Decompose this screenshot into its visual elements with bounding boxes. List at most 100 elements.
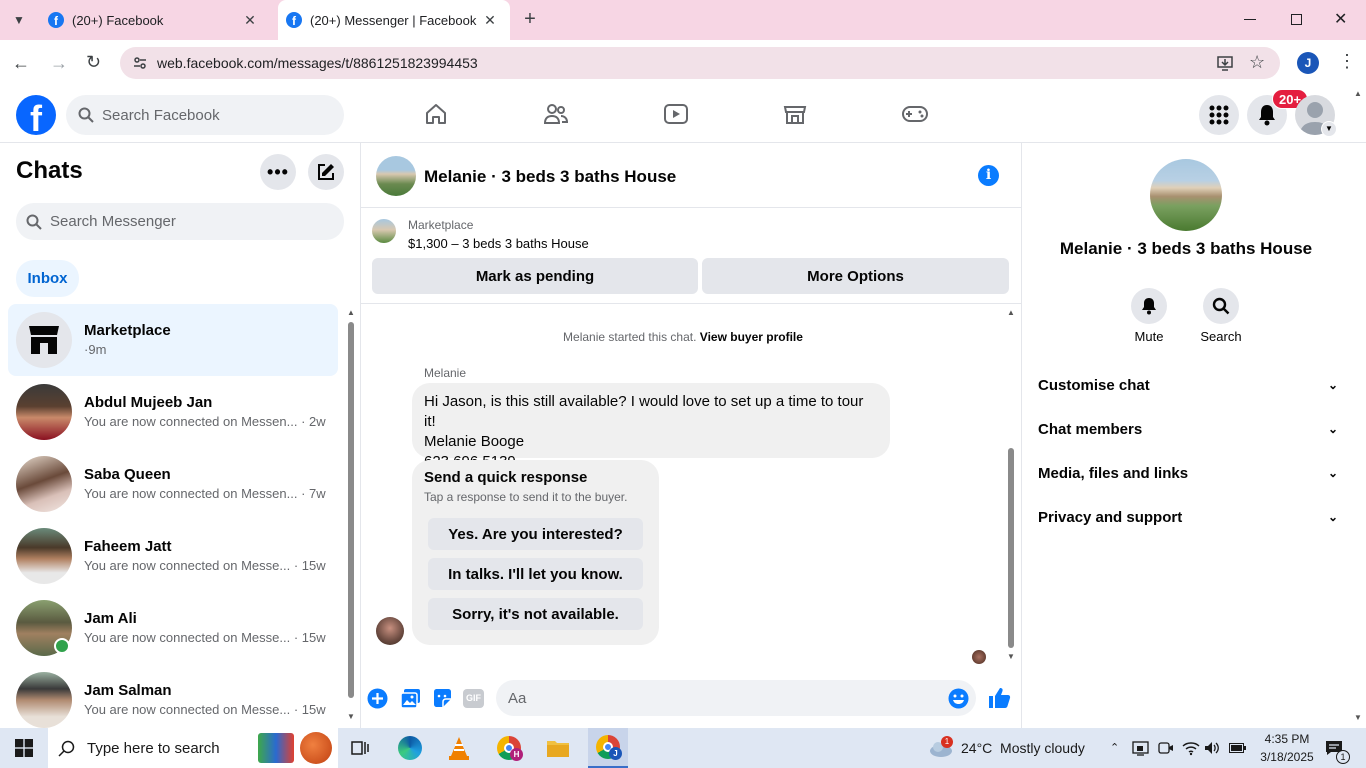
- bookmark-star-icon[interactable]: ☆: [1249, 52, 1265, 73]
- basketball-icon[interactable]: [300, 732, 332, 764]
- search-messenger-input[interactable]: Search Messenger: [16, 203, 344, 240]
- quick-response-button[interactable]: In talks. I'll let you know.: [428, 558, 643, 590]
- sidebar-scrollbar[interactable]: ▲ ▼: [346, 308, 356, 726]
- task-view-icon[interactable]: [351, 739, 369, 757]
- facebook-logo[interactable]: f: [16, 95, 56, 135]
- scroll-down-arrow-icon[interactable]: ▼: [347, 712, 355, 721]
- home-icon[interactable]: [424, 102, 448, 126]
- sticker-icon[interactable]: [432, 688, 453, 709]
- customise-chat-section[interactable]: Customise chat ⌄: [1038, 370, 1338, 400]
- webcam-icon[interactable]: [1158, 740, 1174, 756]
- menu-grid-button[interactable]: [1199, 95, 1239, 135]
- profile-avatar-button[interactable]: J: [1297, 52, 1319, 74]
- new-message-button[interactable]: [308, 154, 344, 190]
- chat-item-faheem-jatt[interactable]: Faheem Jatt You are now connected on Mes…: [8, 520, 338, 592]
- friends-icon[interactable]: [543, 102, 569, 126]
- more-options-button[interactable]: More Options: [702, 258, 1009, 294]
- taskbar-search-box[interactable]: Type here to search: [48, 728, 338, 768]
- gif-button[interactable]: GIF: [463, 689, 484, 708]
- minimize-window-icon[interactable]: [1244, 19, 1256, 20]
- media-files-links-section[interactable]: Media, files and links ⌄: [1038, 458, 1338, 488]
- conversation-info-button[interactable]: i: [978, 165, 999, 186]
- more-actions-plus-icon[interactable]: [367, 688, 388, 709]
- quick-response-button[interactable]: Sorry, it's not available.: [428, 598, 643, 630]
- listing-thumbnail[interactable]: [372, 219, 396, 243]
- close-tab-icon[interactable]: ✕: [482, 12, 498, 28]
- conversation-scrollbar[interactable]: ▲ ▼: [1006, 308, 1016, 664]
- video-icon[interactable]: [663, 102, 689, 126]
- browser-tab-messenger[interactable]: f (20+) Messenger | Facebook ✕: [278, 0, 510, 40]
- quick-response-button[interactable]: Yes. Are you interested?: [428, 518, 643, 550]
- attach-photo-icon[interactable]: [400, 688, 421, 709]
- listing-title[interactable]: $1,300 – 3 beds 3 baths House: [408, 236, 589, 251]
- chat-item-saba-queen[interactable]: Saba Queen You are now connected on Mess…: [8, 448, 338, 520]
- clock-date[interactable]: 3/18/2025: [1254, 750, 1320, 764]
- gaming-icon[interactable]: [902, 104, 928, 124]
- mark-as-pending-button[interactable]: Mark as pending: [372, 258, 698, 294]
- chat-item-marketplace[interactable]: Marketplace ·9m: [8, 304, 338, 376]
- browser-tab-facebook[interactable]: f (20+) Facebook ✕: [38, 0, 270, 40]
- tab-search-chevron-icon[interactable]: ▼: [10, 11, 28, 29]
- details-avatar[interactable]: [1150, 159, 1222, 231]
- chat-snippet: You are now connected on Messen... · 7w: [84, 486, 326, 501]
- sidebar-divider: [360, 143, 361, 728]
- close-window-icon[interactable]: ✕: [1334, 9, 1347, 29]
- chat-snippet: You are now connected on Messe... · 15w: [84, 558, 326, 573]
- chat-item-jam-ali[interactable]: Jam Ali You are now connected on Messe..…: [8, 592, 338, 664]
- scroll-down-arrow-icon[interactable]: ▼: [1007, 652, 1015, 661]
- chat-item-jam-salman[interactable]: Jam Salman You are now connected on Mess…: [8, 664, 338, 728]
- chat-item-abdul-mujeeb-jan[interactable]: Abdul Mujeeb Jan You are now connected o…: [8, 376, 338, 448]
- chrome-profile-h-icon[interactable]: H: [489, 728, 529, 768]
- chrome-profile-j-icon[interactable]: J: [588, 728, 628, 768]
- conversation-title[interactable]: Melanie · 3 beds 3 baths House: [424, 167, 676, 187]
- reload-icon[interactable]: ↻: [86, 52, 101, 73]
- page-scroll-up-icon[interactable]: ▲: [1354, 89, 1362, 98]
- address-bar[interactable]: web.facebook.com/messages/t/886125182399…: [120, 47, 1280, 79]
- facebook-favicon-icon: f: [286, 12, 302, 28]
- chat-snippet: You are now connected on Messe... · 15w: [84, 630, 326, 645]
- browser-menu-icon[interactable]: ⋮: [1338, 52, 1356, 70]
- mute-button[interactable]: [1131, 288, 1167, 324]
- account-chevron-icon[interactable]: ▼: [1321, 121, 1337, 137]
- emoji-icon[interactable]: [948, 688, 969, 709]
- inbox-filter-tab[interactable]: Inbox: [16, 260, 79, 297]
- chat-options-button[interactable]: •••: [260, 154, 296, 190]
- message-bubble[interactable]: Hi Jason, is this still available? I wou…: [412, 383, 890, 470]
- wifi-icon[interactable]: [1182, 740, 1200, 756]
- sender-avatar[interactable]: [376, 617, 404, 645]
- page-scroll-down-icon[interactable]: ▼: [1354, 713, 1362, 722]
- vlc-player-icon[interactable]: [439, 728, 479, 768]
- back-arrow-icon[interactable]: ←: [12, 53, 30, 74]
- scrollbar-thumb[interactable]: [1008, 448, 1014, 648]
- windows-start-icon[interactable]: [15, 739, 33, 757]
- site-settings-icon[interactable]: [132, 55, 148, 71]
- edge-browser-icon[interactable]: [390, 728, 430, 768]
- clock-time[interactable]: 4:35 PM: [1258, 732, 1316, 746]
- message-input[interactable]: Aa: [496, 680, 976, 716]
- forward-arrow-icon[interactable]: →: [50, 53, 68, 74]
- search-highlight-icon[interactable]: [258, 733, 294, 763]
- battery-icon[interactable]: [1229, 743, 1246, 753]
- scroll-up-arrow-icon[interactable]: ▲: [347, 308, 355, 317]
- view-buyer-profile-link[interactable]: View buyer profile: [700, 330, 803, 344]
- scrollbar-thumb[interactable]: [348, 322, 354, 698]
- restore-window-icon[interactable]: [1291, 14, 1302, 25]
- new-tab-button[interactable]: +: [520, 9, 540, 29]
- search-conversation-button[interactable]: [1203, 288, 1239, 324]
- chat-time: 15w: [301, 630, 326, 645]
- chevron-down-icon: ⌄: [1327, 510, 1338, 524]
- weather-widget[interactable]: 1 24°C Mostly cloudy: [928, 728, 1093, 768]
- volume-icon[interactable]: [1204, 740, 1220, 756]
- show-hidden-icons-chevron[interactable]: ⌃: [1110, 741, 1119, 754]
- install-app-icon[interactable]: [1216, 54, 1234, 72]
- meet-now-icon[interactable]: [1132, 740, 1149, 757]
- file-explorer-icon[interactable]: [538, 728, 578, 768]
- chat-members-section[interactable]: Chat members ⌄: [1038, 414, 1338, 444]
- scroll-up-arrow-icon[interactable]: ▲: [1007, 308, 1015, 317]
- thumbs-up-icon[interactable]: [987, 686, 1011, 710]
- marketplace-icon[interactable]: [783, 102, 807, 126]
- facebook-search-input[interactable]: Search Facebook: [66, 95, 344, 135]
- privacy-support-section[interactable]: Privacy and support ⌄: [1038, 502, 1338, 532]
- close-tab-icon[interactable]: ✕: [242, 12, 258, 28]
- conversation-avatar[interactable]: [376, 156, 416, 196]
